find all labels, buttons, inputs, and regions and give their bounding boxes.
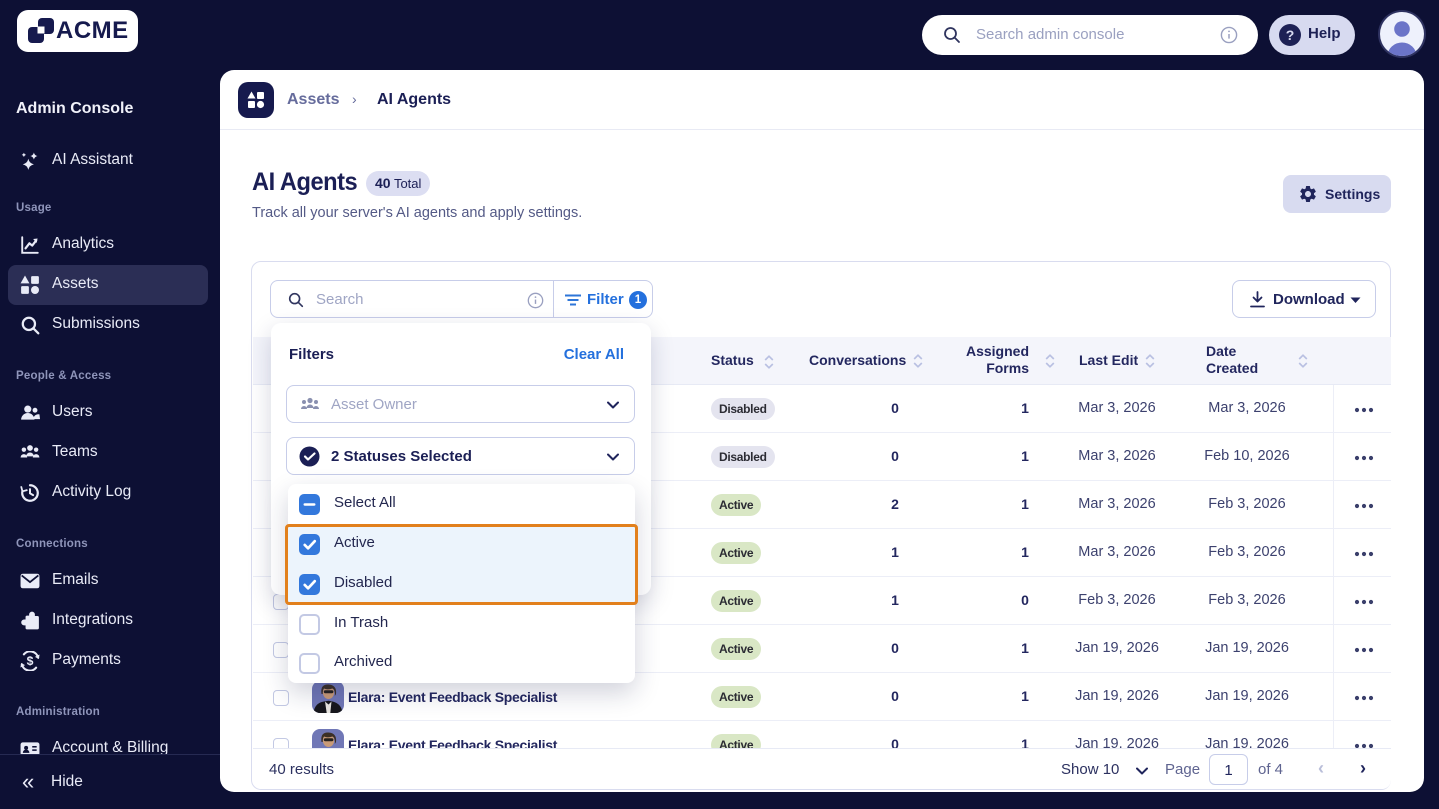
svg-text:$: $ [27, 654, 34, 668]
